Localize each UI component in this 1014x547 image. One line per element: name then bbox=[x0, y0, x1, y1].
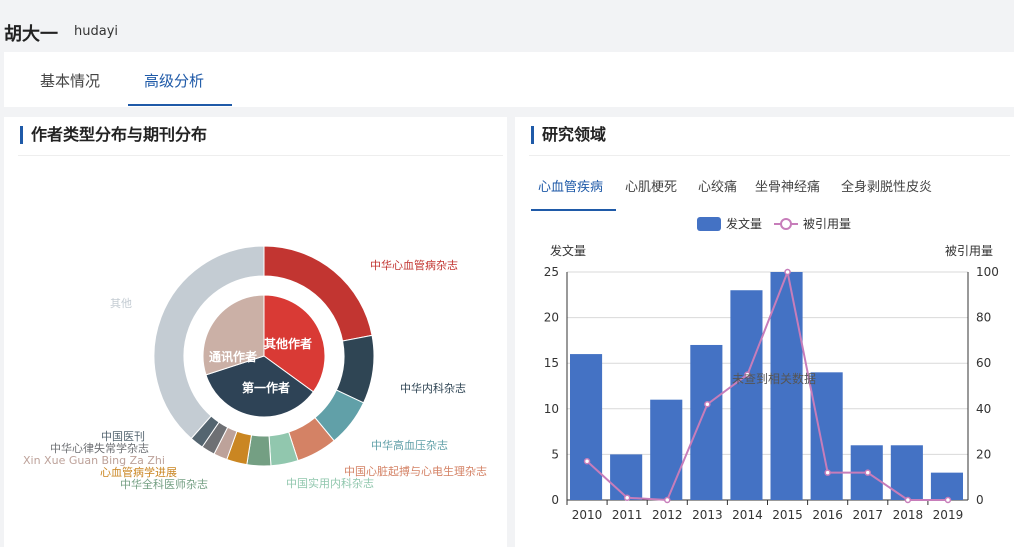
y-tick-right: 80 bbox=[976, 311, 991, 325]
outer-ring-label: 中国实用内科杂志 bbox=[286, 476, 374, 490]
y-tick-left: 20 bbox=[544, 311, 559, 325]
bar[interactable] bbox=[730, 290, 763, 500]
publication-citation-chart: 发文量 被引用量发文量 被引用量05101520250204060801002010… bbox=[544, 216, 999, 522]
tab-active-indicator bbox=[128, 104, 232, 106]
line-point[interactable] bbox=[583, 457, 591, 465]
y-tick-right: 0 bbox=[976, 493, 984, 507]
line-point[interactable] bbox=[944, 496, 952, 504]
outer-ring-label: 中华全科医师杂志 bbox=[120, 477, 208, 491]
user-id: hudayi bbox=[74, 24, 119, 39]
research-field-panel: 研究领域 心血管疾病 心肌梗死 心绞痛 坐骨神经痛 全身剥脱性皮炎 发文量 被引用… bbox=[515, 117, 1014, 547]
line-point[interactable] bbox=[904, 496, 912, 504]
inner-pie-label: 第一作者 bbox=[242, 380, 290, 395]
legend-line-marker bbox=[780, 218, 792, 230]
y-axis-left-title: 发文量 bbox=[550, 243, 586, 258]
y-tick-right: 60 bbox=[976, 356, 991, 370]
outer-ring-label: 中华心血管病杂志 bbox=[370, 258, 458, 272]
y-tick-left: 0 bbox=[551, 493, 559, 507]
outer-ring-label: 中华高血压杂志 bbox=[371, 438, 448, 452]
bar[interactable] bbox=[770, 272, 803, 500]
tab-bar: 基本情况 高级分析 bbox=[4, 52, 1014, 107]
legend-label[interactable]: 发文量 bbox=[726, 216, 762, 231]
legend-label[interactable]: 被引用量 bbox=[803, 217, 851, 231]
bar[interactable] bbox=[570, 354, 603, 500]
line-point[interactable] bbox=[824, 469, 831, 476]
x-tick-label: 2015 bbox=[772, 508, 803, 522]
x-tick-label: 2013 bbox=[692, 508, 723, 522]
line-point[interactable] bbox=[784, 268, 791, 276]
y-tick-left: 25 bbox=[544, 265, 559, 279]
x-tick-label: 2018 bbox=[893, 508, 924, 522]
outer-ring-label: 中华内科杂志 bbox=[400, 381, 466, 395]
x-tick-label: 2019 bbox=[933, 508, 964, 522]
outer-ring-label: 其他 bbox=[110, 297, 132, 310]
author-journal-pie-chart: 其他作者第一作者 通讯作者 中华心血管病杂志中华内科杂志中华高血压杂志中国心脏起搏与… bbox=[23, 245, 487, 491]
y-tick-right: 40 bbox=[976, 402, 991, 416]
line-point[interactable] bbox=[704, 400, 711, 408]
tab-advanced[interactable]: 高级分析 bbox=[144, 70, 204, 91]
inner-pie-label: 其他作者 bbox=[264, 336, 312, 351]
line-point[interactable] bbox=[664, 496, 671, 504]
y-tick-left: 5 bbox=[551, 447, 559, 461]
bar[interactable] bbox=[690, 344, 723, 500]
y-tick-right: 20 bbox=[976, 447, 991, 461]
x-tick-label: 2016 bbox=[812, 508, 843, 522]
y-axis-right-title: 被引用量 bbox=[945, 244, 993, 258]
y-tick-left: 15 bbox=[544, 356, 559, 370]
x-tick-label: 2014 bbox=[732, 508, 763, 522]
bar[interactable] bbox=[930, 472, 963, 500]
outer-ring-label: 中国心脏起搏与心电生理杂志 bbox=[344, 464, 487, 478]
author-journal-panel: 作者类型分布与期刊分布 其他作者 第一作者 通讯作者 中华心血管病杂志 中华内科杂志 中华… bbox=[4, 117, 507, 547]
x-tick-label: 2011 bbox=[612, 508, 643, 522]
bar[interactable] bbox=[610, 454, 643, 500]
outer-ring-label: 中国医刊 bbox=[101, 430, 145, 443]
x-tick-label: 2010 bbox=[572, 508, 603, 522]
x-tick-label: 2017 bbox=[852, 508, 883, 522]
outer-ring-label: 心血管病学进展 bbox=[100, 465, 177, 479]
no-data-overlay-text: 未查到相关数据 bbox=[732, 371, 816, 386]
line-point[interactable] bbox=[864, 469, 871, 476]
outer-ring-label: 中华心律失常学杂志 bbox=[50, 441, 149, 455]
y-tick-right: 100 bbox=[976, 265, 999, 279]
outer-ring-label: Xin Xue Guan Bing Za Zhi bbox=[23, 454, 165, 467]
tab-basic[interactable]: 基本情况 bbox=[40, 70, 100, 91]
user-name: 胡大一 bbox=[4, 24, 58, 45]
x-tick-label: 2012 bbox=[652, 508, 683, 522]
legend-bar-swatch[interactable] bbox=[697, 217, 721, 231]
y-tick-left: 10 bbox=[544, 402, 559, 416]
chart-legend: 发文量 被引用量 bbox=[697, 216, 851, 231]
line-point[interactable] bbox=[623, 494, 631, 501]
bar[interactable] bbox=[650, 399, 683, 500]
bar[interactable] bbox=[810, 372, 843, 500]
inner-pie-label: 通讯作者 bbox=[209, 349, 257, 364]
